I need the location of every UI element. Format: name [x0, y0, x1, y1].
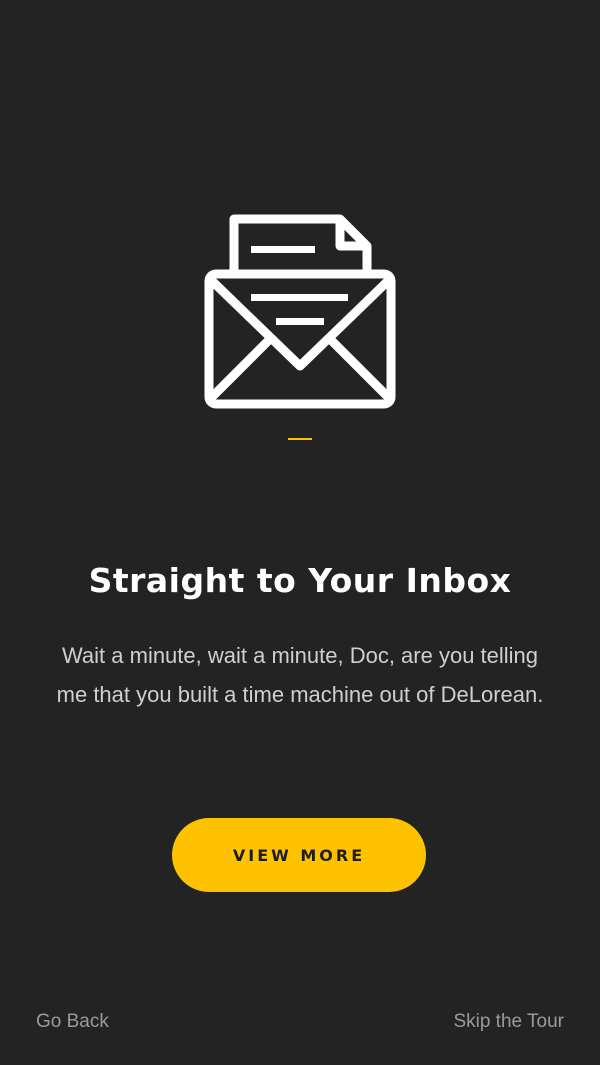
description-text: Wait a minute, wait a minute, Doc, are y… — [56, 643, 544, 707]
open-envelope-letter-icon — [204, 214, 396, 409]
page-title: Straight to Your Inbox — [88, 561, 512, 600]
accent-divider — [288, 438, 312, 440]
view-more-label: VIEW MORE — [232, 845, 366, 865]
view-more-button[interactable]: VIEW MORE — [172, 818, 426, 892]
skip-tour-link[interactable]: Skip the Tour — [453, 1008, 564, 1036]
onboarding-screen: Straight to Your Inbox Wait a minute, wa… — [0, 0, 600, 1065]
go-back-link[interactable]: Go Back — [36, 1008, 109, 1036]
